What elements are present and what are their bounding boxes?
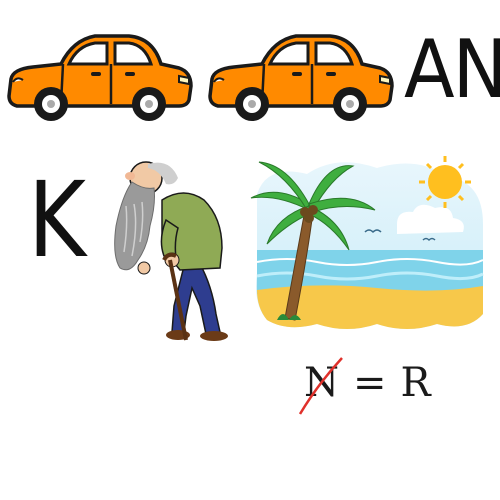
letter-k: K [28, 159, 86, 281]
letter-substitution-rule: N = R [298, 357, 431, 415]
strike-through-icon [298, 357, 343, 415]
equals-sign: = [353, 360, 387, 406]
wheel-icon [34, 87, 68, 121]
letters-an: AN [404, 23, 500, 117]
beach-palm-icon [250, 156, 484, 329]
old-man-icon [114, 161, 228, 341]
removed-letter: N [298, 357, 343, 415]
wheel-icon [132, 87, 166, 121]
car-icon [7, 34, 193, 121]
wheel-icon [235, 87, 269, 121]
wheel-icon [333, 87, 367, 121]
car-icon [208, 34, 394, 121]
added-letter: R [400, 360, 431, 406]
